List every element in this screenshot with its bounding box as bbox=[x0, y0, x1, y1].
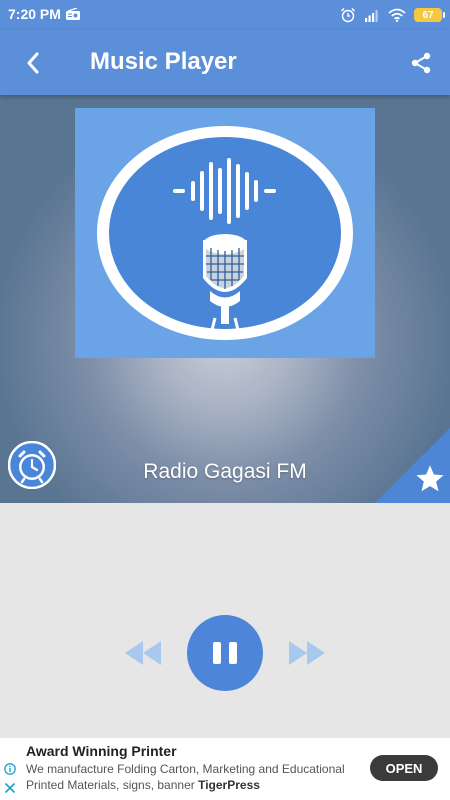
alarm-status-icon bbox=[340, 7, 356, 23]
battery-icon: 67 bbox=[414, 8, 445, 22]
close-icon[interactable] bbox=[4, 782, 16, 794]
rewind-button[interactable] bbox=[123, 639, 163, 667]
fast-forward-icon bbox=[289, 641, 325, 665]
ad-brand: TigerPress bbox=[198, 778, 260, 792]
rewind-icon bbox=[125, 641, 161, 665]
app-bar: Music Player bbox=[0, 30, 450, 95]
radio-notification-icon bbox=[66, 8, 80, 20]
pause-icon bbox=[213, 642, 221, 664]
pause-icon-bar bbox=[229, 642, 237, 664]
signal-icon bbox=[365, 10, 378, 22]
favorite-button[interactable] bbox=[414, 463, 446, 495]
info-icon[interactable] bbox=[4, 763, 16, 775]
fast-forward-button[interactable] bbox=[287, 639, 327, 667]
page-title: Music Player bbox=[90, 48, 237, 75]
microphone-logo-icon bbox=[97, 126, 353, 340]
ad-title[interactable]: Award Winning Printer bbox=[26, 743, 177, 759]
battery-level: 67 bbox=[422, 9, 434, 21]
wifi-icon bbox=[388, 8, 406, 22]
share-button[interactable] bbox=[406, 48, 436, 78]
playback-controls bbox=[0, 503, 450, 738]
station-logo bbox=[75, 108, 375, 358]
status-bar: 7:20 PM 67 bbox=[0, 0, 450, 30]
chevron-left-icon bbox=[27, 52, 39, 74]
ad-description[interactable]: We manufacture Folding Carton, Marketing… bbox=[26, 761, 361, 793]
play-pause-button[interactable] bbox=[187, 615, 263, 691]
star-icon bbox=[416, 465, 444, 492]
ad-banner[interactable]: Award Winning Printer We manufacture Fol… bbox=[0, 738, 450, 800]
ad-description-text: We manufacture Folding Carton, Marketing… bbox=[26, 762, 345, 792]
back-button[interactable] bbox=[18, 48, 48, 78]
ad-open-button[interactable]: OPEN bbox=[370, 755, 438, 781]
share-icon bbox=[411, 52, 431, 74]
player-hero: Radio Gagasi FM bbox=[0, 95, 450, 503]
status-time: 7:20 PM bbox=[8, 6, 61, 22]
